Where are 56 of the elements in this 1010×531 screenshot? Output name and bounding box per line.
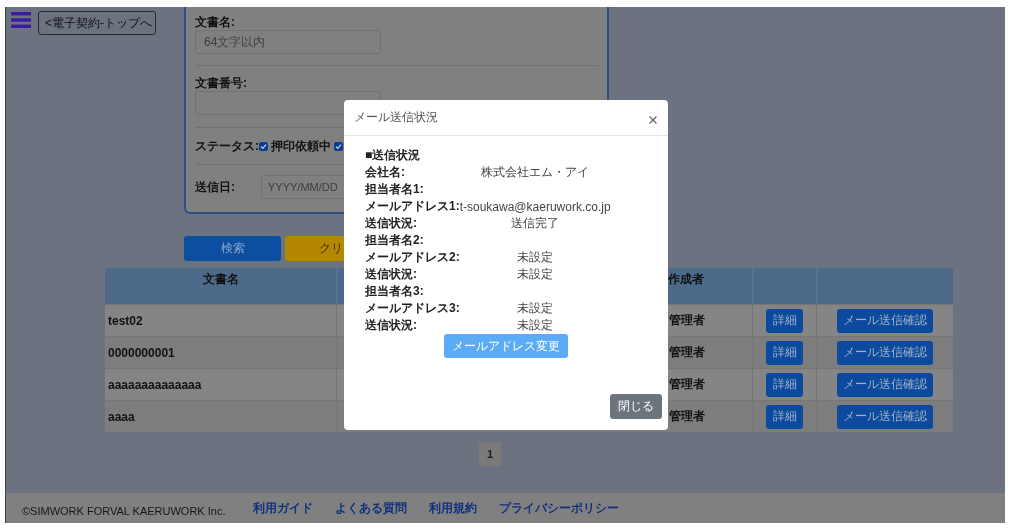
footer-link[interactable]: プライバシーポリシー bbox=[499, 500, 620, 517]
checkbox[interactable] bbox=[259, 141, 268, 151]
info-label: メールアドレス1: bbox=[365, 198, 460, 213]
dialog-title: メール送信状況 bbox=[354, 109, 438, 126]
mail-check-button[interactable]: メール送信確認 bbox=[837, 404, 933, 429]
search-button[interactable]: 検索 bbox=[184, 236, 281, 261]
info-value: 未設定 bbox=[517, 249, 554, 266]
detail-button[interactable]: 詳細 bbox=[766, 308, 803, 333]
field-label: 送信日: bbox=[195, 179, 236, 195]
table-cell: test02 bbox=[108, 313, 143, 328]
close-x-button[interactable] bbox=[647, 113, 659, 126]
detail-button[interactable]: 詳細 bbox=[766, 372, 803, 397]
info-label: メールアドレス2: bbox=[365, 249, 460, 266]
footer-link[interactable]: よくある質問 bbox=[335, 500, 408, 517]
mail-check-button[interactable]: メール送信確認 bbox=[837, 372, 933, 397]
info-value: 送信完了 bbox=[511, 215, 560, 232]
info-label: メールアドレス3: bbox=[365, 300, 460, 317]
close-icon bbox=[649, 115, 657, 124]
table-cell: aaaa bbox=[108, 409, 135, 424]
table-cell: 管理者 bbox=[669, 312, 705, 329]
column-header: 文書名 bbox=[202, 272, 239, 286]
field-label: 文書名: bbox=[195, 15, 236, 30]
table-cell: 0000000001 bbox=[108, 345, 175, 360]
detail-button[interactable]: 詳細 bbox=[766, 340, 803, 365]
section-title: ■送信状況 bbox=[365, 147, 422, 164]
info-value: 未設定 bbox=[517, 300, 554, 317]
page-button[interactable]: 1 bbox=[479, 442, 501, 466]
table-cell: 管理者 bbox=[669, 344, 705, 361]
detail-button[interactable]: 詳細 bbox=[766, 404, 803, 429]
field-label: 文書番号: bbox=[195, 76, 248, 91]
table-cell: 管理者 bbox=[669, 408, 705, 425]
mail-check-button[interactable]: メール送信確認 bbox=[837, 340, 933, 365]
info-value: 未設定 bbox=[517, 317, 554, 334]
checkbox-label: 押印依頼中 bbox=[271, 137, 331, 155]
table-cell: 管理者 bbox=[669, 376, 705, 393]
info-label: 送信状況: bbox=[365, 317, 418, 334]
change-email-button[interactable]: メールアドレス変更 bbox=[444, 334, 568, 358]
mail-check-button[interactable]: メール送信確認 bbox=[837, 308, 933, 333]
info-value: t-soukawa@kaeruwork.co.jp bbox=[459, 199, 611, 214]
info-label: 送信状況: bbox=[365, 266, 418, 283]
info-label: 担当者名3: bbox=[365, 283, 425, 300]
info-label: 送信状況: bbox=[365, 215, 418, 232]
checkbox[interactable] bbox=[334, 141, 343, 151]
info-label: 担当者名2: bbox=[365, 232, 425, 249]
copyright-text: ©SIMWORK FORVAL KAERUWORK Inc. bbox=[22, 505, 226, 517]
column-header: 作成者 bbox=[668, 272, 704, 286]
clear-button[interactable]: クリ bbox=[285, 236, 345, 261]
back-button[interactable]: <電子契約-トップへ bbox=[38, 11, 156, 35]
footer-link[interactable]: 利用規約 bbox=[429, 500, 478, 517]
close-button[interactable]: 閉じる bbox=[610, 394, 662, 419]
footer-link[interactable]: 利用ガイド bbox=[253, 500, 314, 517]
info-value: 未設定 bbox=[517, 266, 554, 283]
table-cell: aaaaaaaaaaaaaa bbox=[108, 377, 202, 392]
input-field[interactable]: 64文字以内 bbox=[195, 30, 381, 54]
field-label: ステータス: bbox=[195, 138, 259, 154]
info-value: 株式会社エム・アイ bbox=[481, 164, 590, 181]
